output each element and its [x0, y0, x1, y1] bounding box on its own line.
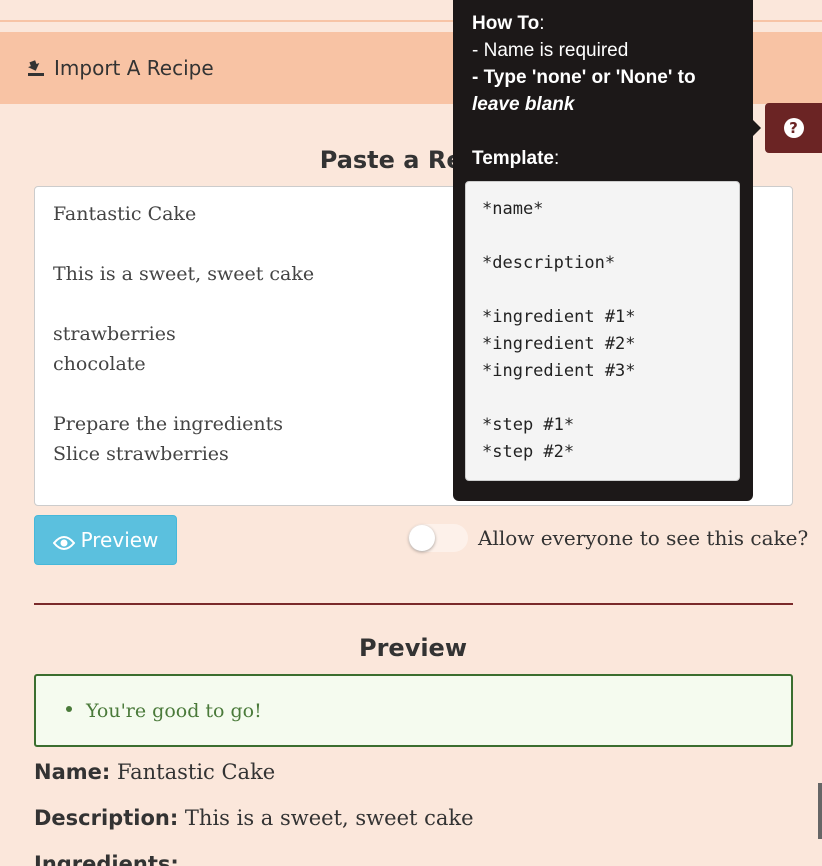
template-line: *step #2*	[482, 442, 575, 462]
preview-name-row: Name: Fantastic Cake	[34, 760, 275, 784]
validation-message: You're good to go!	[86, 700, 262, 722]
template-line	[482, 277, 723, 304]
tooltip-arrow	[753, 120, 761, 136]
name-label: Name:	[34, 760, 111, 784]
howto-heading: How To:	[472, 13, 545, 34]
template-code-block: *name* *description* *ingredient #1* *in…	[465, 181, 740, 481]
template-line: *ingredient #1*	[482, 307, 636, 327]
template-line: *ingredient #2*	[482, 334, 636, 354]
howto-line-2: - Type 'none' or 'None' to	[472, 67, 696, 88]
template-line: *ingredient #3*	[482, 361, 636, 381]
template-line: *name*	[482, 199, 544, 219]
bullet-icon	[66, 706, 72, 712]
help-button[interactable]: ?	[765, 103, 822, 153]
tooltip-spacer	[472, 118, 734, 145]
section-divider	[34, 603, 793, 605]
validation-success-box: You're good to go!	[34, 674, 793, 747]
eye-icon	[52, 532, 75, 550]
toggle-knob	[409, 525, 435, 551]
public-visibility-toggle[interactable]	[408, 524, 468, 552]
howto-line-3: leave blank	[472, 94, 575, 115]
howto-line-1: - Name is required	[472, 40, 629, 61]
public-visibility-label: Allow everyone to see this cake?	[478, 526, 809, 550]
template-line	[482, 223, 723, 250]
preview-button-label: Preview	[80, 528, 159, 552]
scrollbar-thumb[interactable]	[818, 783, 822, 839]
question-icon: ?	[783, 118, 804, 138]
template-line: *step #1*	[482, 415, 575, 435]
preview-ingredients-row: Ingredients:	[34, 852, 179, 866]
name-value: Fantastic Cake	[116, 760, 276, 784]
template-line	[482, 385, 723, 412]
template-line: *description*	[482, 253, 616, 273]
description-label: Description:	[34, 806, 179, 830]
template-heading: Template:	[472, 148, 560, 169]
import-recipe-title: Import A Recipe	[54, 56, 214, 80]
help-tooltip: How To: - Name is required - Type 'none'…	[453, 0, 761, 501]
import-icon	[26, 58, 46, 78]
description-value: This is a sweet, sweet cake	[184, 806, 474, 830]
preview-heading: Preview	[358, 634, 468, 662]
preview-button[interactable]: Preview	[34, 515, 177, 565]
ingredients-label: Ingredients:	[34, 852, 179, 866]
preview-description-row: Description: This is a sweet, sweet cake	[34, 806, 474, 830]
